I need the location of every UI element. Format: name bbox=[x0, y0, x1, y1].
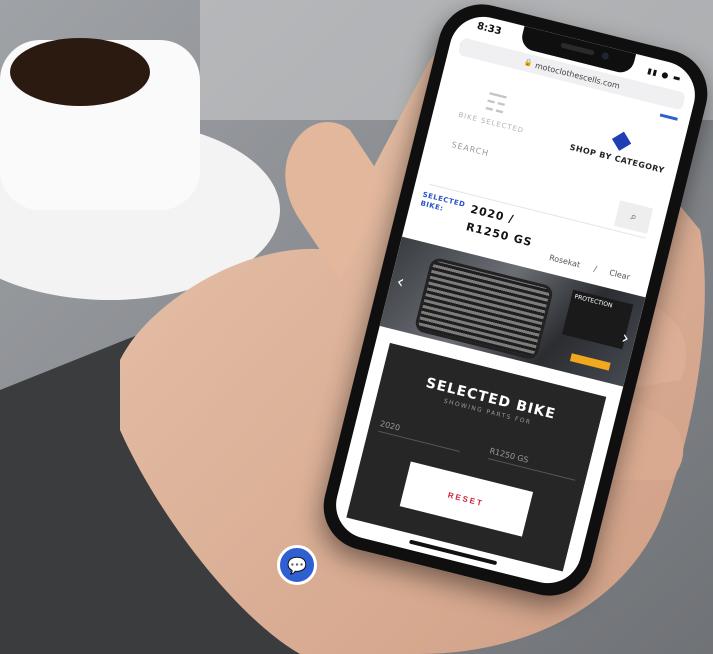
shop-by-category-nav[interactable]: ◆ SHOP BY CATEGORY bbox=[563, 112, 679, 176]
signal-battery-icons: ▮▮ ● ▬ bbox=[646, 66, 683, 84]
link-separator: / bbox=[592, 264, 598, 274]
reset-button[interactable]: RESET bbox=[399, 461, 533, 537]
panel-model-field[interactable]: R1250 GS bbox=[487, 446, 579, 481]
headlight-guard-image bbox=[413, 256, 555, 361]
promo-text: PROTECTION bbox=[573, 293, 614, 310]
clear-link[interactable]: Clear bbox=[608, 268, 630, 282]
menu-icon[interactable] bbox=[659, 113, 678, 121]
panel-title: SELECTED BIKE bbox=[424, 375, 558, 423]
chat-bubble-icon: 💬 bbox=[287, 555, 307, 575]
coffee bbox=[10, 38, 150, 106]
status-time: 8:33 bbox=[475, 20, 503, 38]
panel-year-field[interactable]: 2020 bbox=[378, 419, 463, 452]
bike-selected-nav[interactable]: ☶ BIKE SELECTED bbox=[447, 79, 544, 138]
selected-bike-panel: SELECTED BIKE SHOWING PARTS FOR 2020 R12… bbox=[346, 342, 607, 572]
search-icon: ⌕ bbox=[629, 210, 639, 224]
rosekat-link[interactable]: Rosekat bbox=[548, 253, 581, 269]
search-label: SEARCH bbox=[450, 140, 491, 159]
chevron-left-icon[interactable]: ‹ bbox=[394, 271, 406, 293]
speaker bbox=[560, 42, 595, 56]
front-camera bbox=[600, 51, 610, 61]
selected-bike-label: SELECTED BIKE: bbox=[419, 190, 467, 213]
promo-bar bbox=[569, 353, 611, 371]
lock-icon: 🔒 bbox=[522, 58, 534, 68]
chat-button[interactable]: 💬 bbox=[277, 545, 317, 585]
